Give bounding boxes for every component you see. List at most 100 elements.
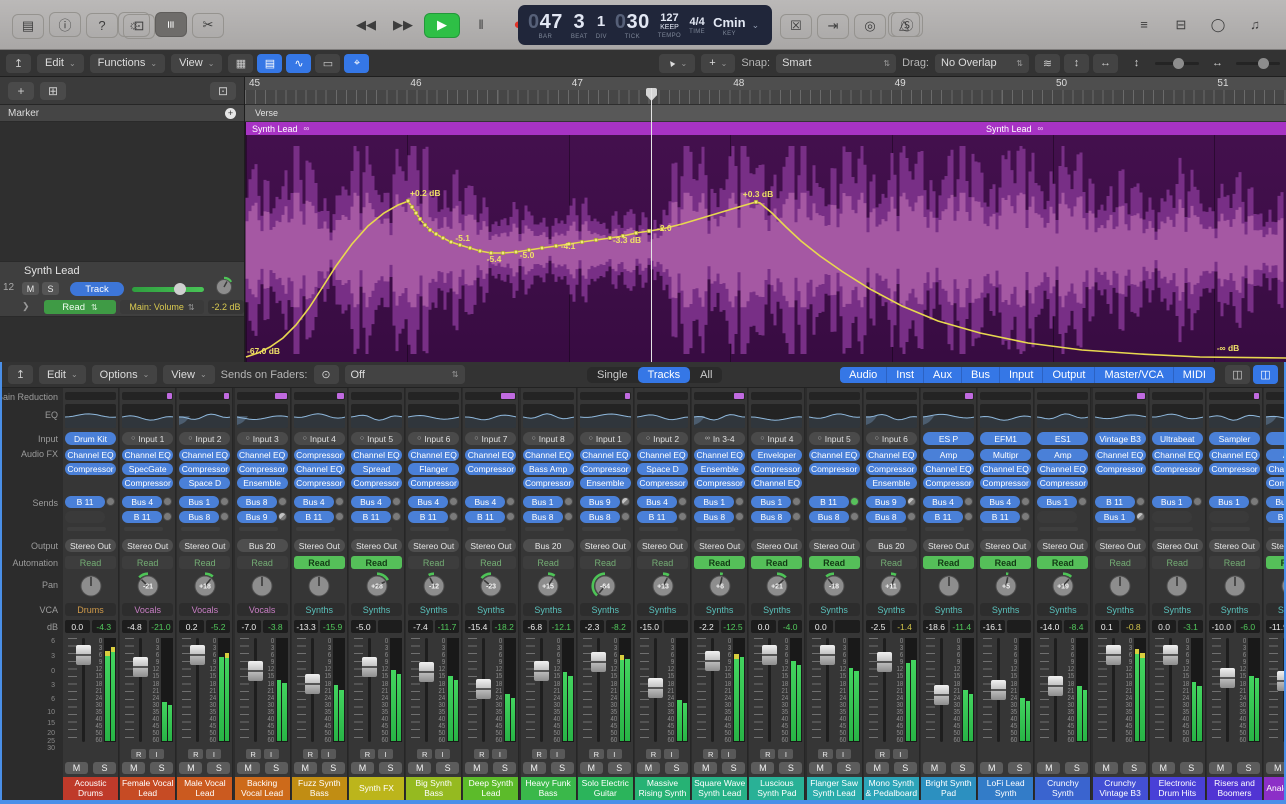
- audio-fx-slot[interactable]: Channel EQ: [808, 449, 860, 461]
- track-automation-target-button[interactable]: Track: [70, 282, 124, 296]
- forward-button[interactable]: ▶▶: [387, 13, 419, 38]
- record-enable-button[interactable]: R: [245, 749, 261, 759]
- audio-fx-slot[interactable]: Compressor: [236, 463, 288, 475]
- fader-track[interactable]: [362, 638, 377, 742]
- solo-button[interactable]: S: [150, 762, 174, 774]
- peak-value[interactable]: -12.1: [549, 620, 574, 633]
- audio-fx-slot[interactable]: Ensemble: [236, 477, 288, 489]
- send-level-knob[interactable]: [334, 512, 344, 521]
- peak-value[interactable]: [1006, 620, 1032, 633]
- fader-track[interactable]: [190, 638, 206, 742]
- vca-slot[interactable]: Synths: [465, 603, 517, 616]
- mixer-options-menu[interactable]: Options ⌄: [91, 365, 158, 384]
- pause-button[interactable]: ‖: [465, 12, 497, 37]
- output-slot[interactable]: Stereo Out: [1266, 539, 1284, 552]
- input-monitor-button[interactable]: I: [892, 749, 908, 759]
- fader-cap[interactable]: [1162, 644, 1178, 665]
- audio-fx-slot[interactable]: Compressor: [579, 463, 631, 475]
- audio-fx-slot[interactable]: Compressor: [637, 477, 688, 489]
- send-slot[interactable]: Bus 8: [751, 511, 792, 523]
- peak-value[interactable]: [377, 620, 402, 633]
- wide-channel-view-icon[interactable]: ◫: [1225, 365, 1250, 384]
- input-slot[interactable]: ○ Input 4: [751, 432, 803, 445]
- send-level-knob[interactable]: [506, 512, 516, 521]
- lcd-display[interactable]: 0 47 BAR 3 BEAT 1 DIV 0 30 TICK 127 KEEP T…: [518, 5, 772, 45]
- empty-send-slot[interactable]: [925, 527, 964, 531]
- output-slot[interactable]: Stereo Out: [465, 539, 517, 552]
- volume-value[interactable]: -2.2: [694, 620, 719, 633]
- audio-fx-slot[interactable]: Channel EQ: [923, 463, 974, 475]
- output-slot[interactable]: Stereo Out: [579, 539, 631, 552]
- send-level-knob[interactable]: [163, 497, 173, 506]
- input-monitor-button[interactable]: I: [664, 749, 679, 759]
- peak-value[interactable]: -8.2: [606, 620, 631, 633]
- mute-button[interactable]: M: [351, 762, 374, 774]
- eq-thumbnail[interactable]: [293, 404, 345, 428]
- vca-slot[interactable]: Vocals: [236, 603, 288, 616]
- eq-thumbnail[interactable]: [637, 404, 688, 428]
- pan-knob[interactable]: [235, 572, 290, 600]
- pan-knob[interactable]: [63, 572, 118, 600]
- vca-slot[interactable]: Synths: [351, 603, 402, 616]
- input-slot[interactable]: ES1: [1037, 432, 1089, 445]
- automation-mode-button[interactable]: Read: [637, 556, 688, 569]
- send-level-knob[interactable]: [1078, 497, 1088, 506]
- channel-name[interactable]: Analog Synth: [1264, 777, 1284, 800]
- fader-track[interactable]: [876, 638, 892, 742]
- input-monitor-button[interactable]: I: [320, 749, 336, 759]
- track-pan-knob[interactable]: [214, 276, 234, 301]
- record-enable-button[interactable]: R: [760, 749, 776, 759]
- send-level-knob[interactable]: [449, 497, 459, 506]
- audio-fx-slot[interactable]: Compressor: [923, 477, 974, 489]
- input-slot[interactable]: Vintage B3: [1094, 432, 1146, 445]
- automation-mode-button[interactable]: Read: [751, 556, 803, 569]
- eq-thumbnail[interactable]: [751, 404, 803, 428]
- channel-strip[interactable]: ○ Input 3 Bus 20 Read Vocals -7.0 -3.8 03…: [234, 388, 291, 800]
- audio-fx-slot[interactable]: Compressor: [808, 463, 860, 475]
- send-level-knob[interactable]: [1250, 497, 1259, 506]
- audio-fx-slot[interactable]: Compressor: [293, 449, 345, 461]
- audio-fx-slot[interactable]: Channel EQ: [751, 477, 803, 489]
- mixer-tab-tracks[interactable]: Tracks: [637, 366, 691, 383]
- input-slot[interactable]: ○ Input 7: [465, 432, 517, 445]
- mute-button[interactable]: M: [65, 762, 88, 774]
- automation-mode-button[interactable]: Read: [923, 556, 974, 569]
- empty-send-slot[interactable]: [467, 527, 507, 531]
- eq-thumbnail[interactable]: [122, 404, 174, 428]
- automation-mode-button[interactable]: Read: [579, 556, 631, 569]
- pan-knob[interactable]: [1207, 572, 1262, 600]
- automation-mode-button[interactable]: Read: [179, 556, 231, 569]
- send-slot[interactable]: Bus 8: [179, 511, 220, 523]
- eq-thumbnail[interactable]: [179, 404, 231, 428]
- play-button[interactable]: ▶: [424, 12, 460, 38]
- mute-button[interactable]: M: [1266, 762, 1284, 774]
- sends-on-faders-power-icon[interactable]: ⊙: [313, 365, 339, 384]
- send-slot[interactable]: Bus 9: [236, 511, 277, 523]
- fader-track[interactable]: [1277, 638, 1284, 742]
- volume-value[interactable]: 0.2: [179, 620, 204, 633]
- send-slot[interactable]: Bus 1: [179, 496, 220, 508]
- track-view-icon[interactable]: ▤: [257, 53, 283, 73]
- send-slot-empty[interactable]: [1151, 511, 1192, 523]
- volume-value[interactable]: -4.8: [122, 620, 147, 633]
- mute-button[interactable]: M: [179, 762, 203, 774]
- input-monitor-button[interactable]: I: [549, 749, 565, 759]
- empty-send-slot[interactable]: [696, 527, 736, 531]
- eq-thumbnail[interactable]: [865, 404, 917, 428]
- header-panel-toggle-icon[interactable]: ⊡: [210, 81, 236, 100]
- filter-input[interactable]: Input: [1000, 366, 1044, 383]
- send-slot-empty[interactable]: [65, 511, 105, 523]
- send-level-knob[interactable]: [334, 497, 344, 506]
- channel-name[interactable]: Solo Electric Guitar: [577, 777, 633, 800]
- output-slot[interactable]: Stereo Out: [293, 539, 345, 552]
- fader-cap[interactable]: [819, 644, 835, 665]
- fader-cap[interactable]: [1277, 671, 1284, 692]
- volume-value[interactable]: -18.6: [923, 620, 948, 633]
- fader-track[interactable]: [762, 638, 778, 742]
- channel-strip[interactable]: ○ Input 2 Stereo Out Read +13 Synths -15.…: [635, 388, 691, 800]
- channel-name[interactable]: LoFi Lead Synth: [978, 777, 1034, 800]
- mute-button[interactable]: M: [751, 762, 775, 774]
- audio-fx-slot[interactable]: Amp: [923, 449, 974, 461]
- peak-value[interactable]: -6.0: [1235, 620, 1260, 633]
- send-slot[interactable]: B 11: [465, 511, 506, 523]
